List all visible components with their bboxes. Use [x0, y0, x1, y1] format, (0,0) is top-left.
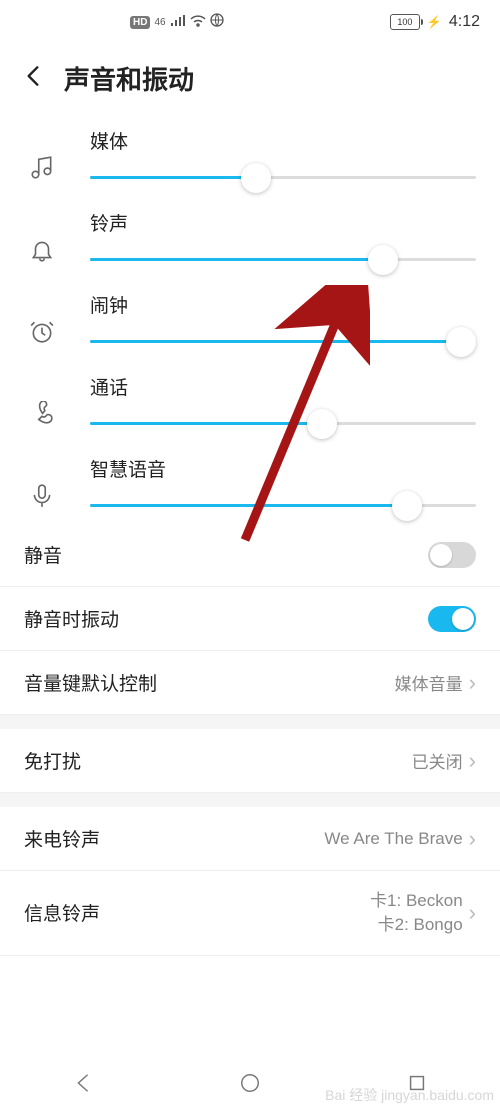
watermark: Bai 经验 jingyan.baidu.com [325, 1085, 494, 1105]
setting-value: 已关闭 [412, 748, 463, 773]
message-tone-row[interactable]: 信息铃声 卡1: Beckon 卡2: Bongo › [0, 871, 500, 956]
chevron-right-icon: › [469, 748, 476, 774]
phone-icon [24, 401, 60, 427]
setting-value: We Are The Brave [324, 829, 462, 849]
nav-back-icon[interactable] [72, 1072, 94, 1099]
volume-key-row[interactable]: 音量键默认控制 媒体音量 › [0, 651, 500, 715]
setting-label: 音量键默认控制 [24, 669, 157, 696]
slider-row-media: 媒体 [0, 113, 500, 195]
slider-label: 铃声 [90, 209, 476, 236]
setting-value: 媒体音量 [395, 670, 463, 695]
section-divider [0, 715, 500, 729]
call-slider[interactable] [90, 422, 476, 425]
network-indicator: 46 [154, 17, 165, 28]
microphone-icon [24, 483, 60, 509]
setting-value-line2: 卡2: Bongo [370, 913, 463, 937]
setting-label: 静音时振动 [24, 605, 119, 632]
ringtone-slider[interactable] [90, 258, 476, 261]
media-slider[interactable] [90, 176, 476, 179]
dnd-row[interactable]: 免打扰 已关闭 › [0, 729, 500, 793]
page-header: 声音和振动 [0, 44, 500, 105]
slider-label: 闹钟 [90, 291, 476, 318]
setting-label: 静音 [24, 541, 62, 568]
chevron-right-icon: › [469, 826, 476, 852]
setting-label: 免打扰 [24, 747, 81, 774]
charging-icon: ⚡ [427, 15, 442, 29]
chevron-right-icon: › [469, 670, 476, 696]
globe-icon [210, 13, 224, 31]
status-time: 4:12 [449, 13, 480, 31]
slider-row-voice: 智慧语音 [0, 441, 500, 523]
mute-row[interactable]: 静音 [0, 523, 500, 587]
slider-label: 媒体 [90, 127, 476, 154]
page-title: 声音和振动 [64, 60, 194, 97]
nav-home-icon[interactable] [239, 1072, 261, 1099]
wifi-icon [190, 14, 206, 31]
mute-toggle[interactable] [428, 542, 476, 568]
vibrate-on-mute-row[interactable]: 静音时振动 [0, 587, 500, 651]
hd-badge: HD [130, 16, 150, 29]
alarm-slider[interactable] [90, 340, 476, 343]
bell-icon [24, 237, 60, 263]
battery-icon: 100 [390, 14, 420, 30]
back-arrow-icon[interactable] [20, 63, 46, 94]
slider-row-call: 通话 [0, 359, 500, 441]
slider-row-ringtone: 铃声 [0, 195, 500, 277]
alarm-clock-icon [24, 319, 60, 345]
slider-row-alarm: 闹钟 [0, 277, 500, 359]
signal-icon [170, 14, 186, 31]
setting-value-line1: 卡1: Beckon [370, 889, 463, 913]
setting-label: 信息铃声 [24, 899, 100, 926]
vibrate-on-mute-toggle[interactable] [428, 606, 476, 632]
slider-label: 智慧语音 [90, 455, 476, 482]
voice-slider[interactable] [90, 504, 476, 507]
section-divider [0, 793, 500, 807]
volume-sliders: 媒体 铃声 闹钟 [0, 105, 500, 523]
status-bar: HD 46 100 ⚡ 4:12 [0, 0, 500, 44]
ringtone-row[interactable]: 来电铃声 We Are The Brave › [0, 807, 500, 871]
slider-label: 通话 [90, 373, 476, 400]
music-note-icon [24, 155, 60, 181]
setting-label: 来电铃声 [24, 825, 100, 852]
chevron-right-icon: › [469, 900, 476, 926]
